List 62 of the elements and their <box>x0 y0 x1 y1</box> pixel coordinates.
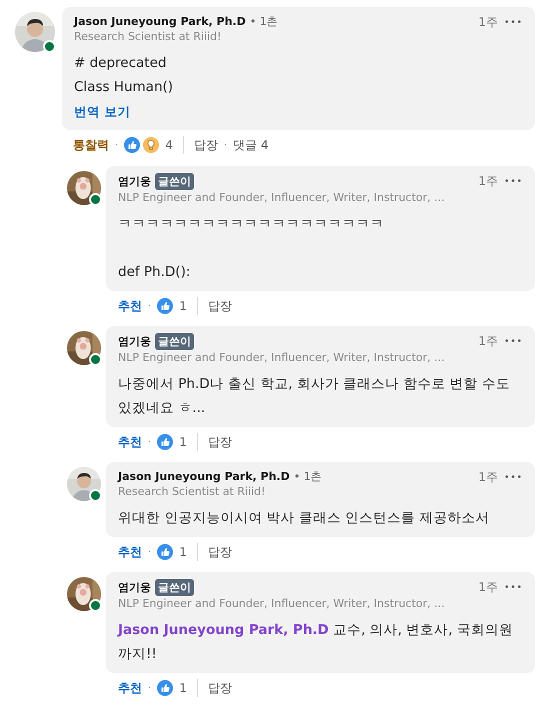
more-button[interactable]: ••• <box>504 472 523 482</box>
author-headline: Research Scientist at Riiid! <box>118 485 266 498</box>
comment-time: 1주 <box>478 333 498 350</box>
author-name[interactable]: 염기웅 <box>118 174 151 189</box>
reaction-count[interactable]: 1 <box>179 681 187 695</box>
thumbs-up-icon <box>124 137 140 153</box>
connection-degree: • 1촌 <box>294 469 322 484</box>
comment-time: 1주 <box>478 14 498 31</box>
author-badge: 글쓴이 <box>155 579 194 596</box>
comment-text: # deprecated <box>74 54 168 73</box>
reaction-count[interactable]: 1 <box>179 435 187 449</box>
author-headline: NLP Engineer and Founder, Influencer, Writer, Instructor, ... <box>118 191 445 204</box>
author-headline: NLP Engineer and Founder, Influencer, Writer, Instructor, ... <box>118 597 445 610</box>
separator-dot: · <box>148 436 152 448</box>
separator-dot: · <box>148 546 152 558</box>
reply-button[interactable]: 답장 <box>194 136 218 154</box>
comment-time: 1주 <box>478 173 498 190</box>
reaction-button[interactable]: 통찰력 <box>73 136 109 154</box>
comments-count[interactable]: 댓글 4 <box>233 136 268 154</box>
thumbs-up-icon <box>157 434 174 450</box>
author-name[interactable]: 염기웅 <box>118 334 151 349</box>
comment-text: 나중에서 Ph.D나 출신 학교, 회사가 클래스나 함수로 변할 수도 있겠네요 ㅎ... <box>118 375 512 418</box>
author-name[interactable]: Jason Juneyoung Park, Ph.D <box>118 470 290 483</box>
comment-text: def Ph.D(): <box>118 263 192 282</box>
comment-text: ㅋㅋㅋㅋㅋㅋㅋㅋㅋㅋㅋㅋㅋㅋㅋㅋㅋㅋㅋ <box>118 215 385 234</box>
author-name[interactable]: 염기웅 <box>118 580 151 595</box>
more-button[interactable]: ••• <box>504 18 523 28</box>
more-button[interactable]: ••• <box>504 336 523 346</box>
reaction-count[interactable]: 1 <box>179 545 187 559</box>
thumbs-up-icon <box>157 680 174 696</box>
reaction-count[interactable]: 4 <box>165 138 173 152</box>
mention-link[interactable]: Jason Juneyoung Park, Ph.D <box>118 622 329 638</box>
more-button[interactable]: ••• <box>504 176 523 186</box>
thumbs-up-icon <box>157 298 174 314</box>
thumbs-up-icon <box>157 544 174 560</box>
comment-text: 위대한 인공지능이시여 박사 클래스 인스턴스를 제공하소서 <box>118 509 490 528</box>
author-name[interactable]: Jason Juneyoung Park, Ph.D <box>74 15 246 28</box>
reaction-button[interactable]: 추천 <box>118 680 142 696</box>
author-badge: 글쓴이 <box>155 173 194 190</box>
comment-text: Jason Juneyoung Park, Ph.D 교수, 의사, 변호사, 국회의원 까지!! <box>118 621 514 664</box>
comment-time: 1주 <box>478 579 498 596</box>
reaction-button[interactable]: 추천 <box>118 298 142 314</box>
translate-link[interactable]: 번역 보기 <box>74 104 130 121</box>
reaction-count[interactable]: 1 <box>179 299 187 313</box>
reply-button[interactable]: 답장 <box>208 298 232 314</box>
more-button[interactable]: ••• <box>504 582 523 592</box>
separator-dot: · <box>148 300 152 312</box>
comment-time: 1주 <box>478 469 498 486</box>
reply-button[interactable]: 답장 <box>208 434 232 450</box>
reaction-button[interactable]: 추천 <box>118 544 142 560</box>
separator-dot: · <box>115 140 118 150</box>
lightbulb-icon <box>143 137 160 153</box>
comment-text: Class Human() <box>74 78 174 97</box>
author-headline: NLP Engineer and Founder, Influencer, Writer, Instructor, ... <box>118 351 445 364</box>
separator-dot: · <box>148 682 152 694</box>
reaction-button[interactable]: 추천 <box>118 434 142 450</box>
separator-dot: · <box>224 140 228 150</box>
connection-degree: • 1촌 <box>250 14 278 29</box>
reply-button[interactable]: 답장 <box>208 544 232 560</box>
author-badge: 글쓴이 <box>155 333 194 350</box>
author-headline: Research Scientist at Riiid! <box>74 30 222 43</box>
reply-button[interactable]: 답장 <box>208 680 232 696</box>
